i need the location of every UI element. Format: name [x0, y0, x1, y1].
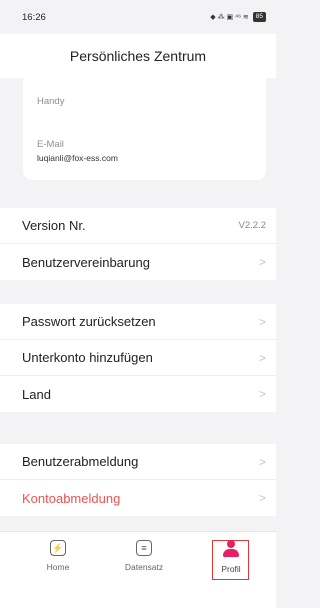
menu-group-about: Version Nr. V2.2.2 Benutzervereinbarung …: [0, 208, 276, 280]
nav-profile-label: Profil: [221, 564, 241, 574]
delete-account-row[interactable]: Kontoabmeldung >: [0, 480, 276, 516]
person-icon-body: [223, 549, 239, 557]
user-agreement-row[interactable]: Benutzervereinbarung >: [0, 244, 276, 280]
nav-records[interactable]: ≡ Datensatz: [114, 532, 174, 586]
person-icon-head: [227, 540, 235, 548]
chevron-right-icon: >: [258, 491, 266, 505]
version-row: Version Nr. V2.2.2: [0, 208, 276, 244]
nav-records-label: Datensatz: [124, 562, 164, 572]
email-value: luqianli@fox-ess.com: [37, 153, 118, 163]
status-time: 16:26: [22, 11, 46, 23]
chevron-right-icon: >: [258, 454, 266, 469]
nav-profile[interactable]: Profil: [201, 532, 261, 586]
add-subaccount-label: Unterkonto hinzufügen: [22, 350, 153, 365]
status-bar: 16:26 ◆ ⁂ ▣ ⁴⁶ ≋ 85: [0, 0, 276, 34]
document-icon: ≡: [136, 540, 152, 556]
chevron-right-icon: >: [258, 314, 266, 329]
bottom-nav: ⚡ Home ≡ Datensatz Profil: [0, 531, 276, 608]
version-label: Version Nr.: [22, 218, 86, 233]
status-indicator-icons: ◆ ⁂ ▣ ⁴⁶ ≋: [210, 14, 249, 21]
logout-label: Benutzerabmeldung: [22, 454, 139, 469]
add-subaccount-row[interactable]: Unterkonto hinzufügen >: [0, 340, 276, 376]
person-icon: [222, 540, 240, 558]
battery-icon: 85: [252, 12, 266, 22]
logout-row[interactable]: Benutzerabmeldung >: [0, 444, 276, 480]
nav-home[interactable]: ⚡ Home: [28, 532, 88, 586]
version-value: V2.2.2: [238, 220, 266, 231]
email-label: E-Mail: [37, 139, 64, 150]
account-info-card: Handy E-Mail luqianli@fox-ess.com: [23, 78, 266, 180]
menu-group-account: Passwort zurücksetzen > Unterkonto hinzu…: [0, 304, 276, 412]
page-title: Persönliches Zentrum: [69, 48, 207, 64]
reset-password-row[interactable]: Passwort zurücksetzen >: [0, 304, 276, 340]
phone-label: Handy: [37, 96, 65, 107]
reset-password-label: Passwort zurücksetzen: [22, 314, 156, 329]
lightning-icon: ⚡: [50, 540, 66, 556]
user-agreement-label: Benutzervereinbarung: [22, 254, 150, 270]
nav-home-label: Home: [46, 562, 70, 572]
chevron-right-icon: >: [258, 255, 266, 269]
status-icons: ◆ ⁂ ▣ ⁴⁶ ≋ 85: [210, 12, 266, 22]
country-label: Land: [22, 386, 51, 402]
chevron-right-icon: >: [258, 387, 266, 401]
menu-group-logout: Benutzerabmeldung > Kontoabmeldung >: [0, 444, 276, 516]
page-header: Persönliches Zentrum: [0, 34, 276, 78]
delete-account-label: Kontoabmeldung: [22, 490, 121, 506]
chevron-right-icon: >: [258, 350, 266, 365]
country-row[interactable]: Land >: [0, 376, 276, 412]
